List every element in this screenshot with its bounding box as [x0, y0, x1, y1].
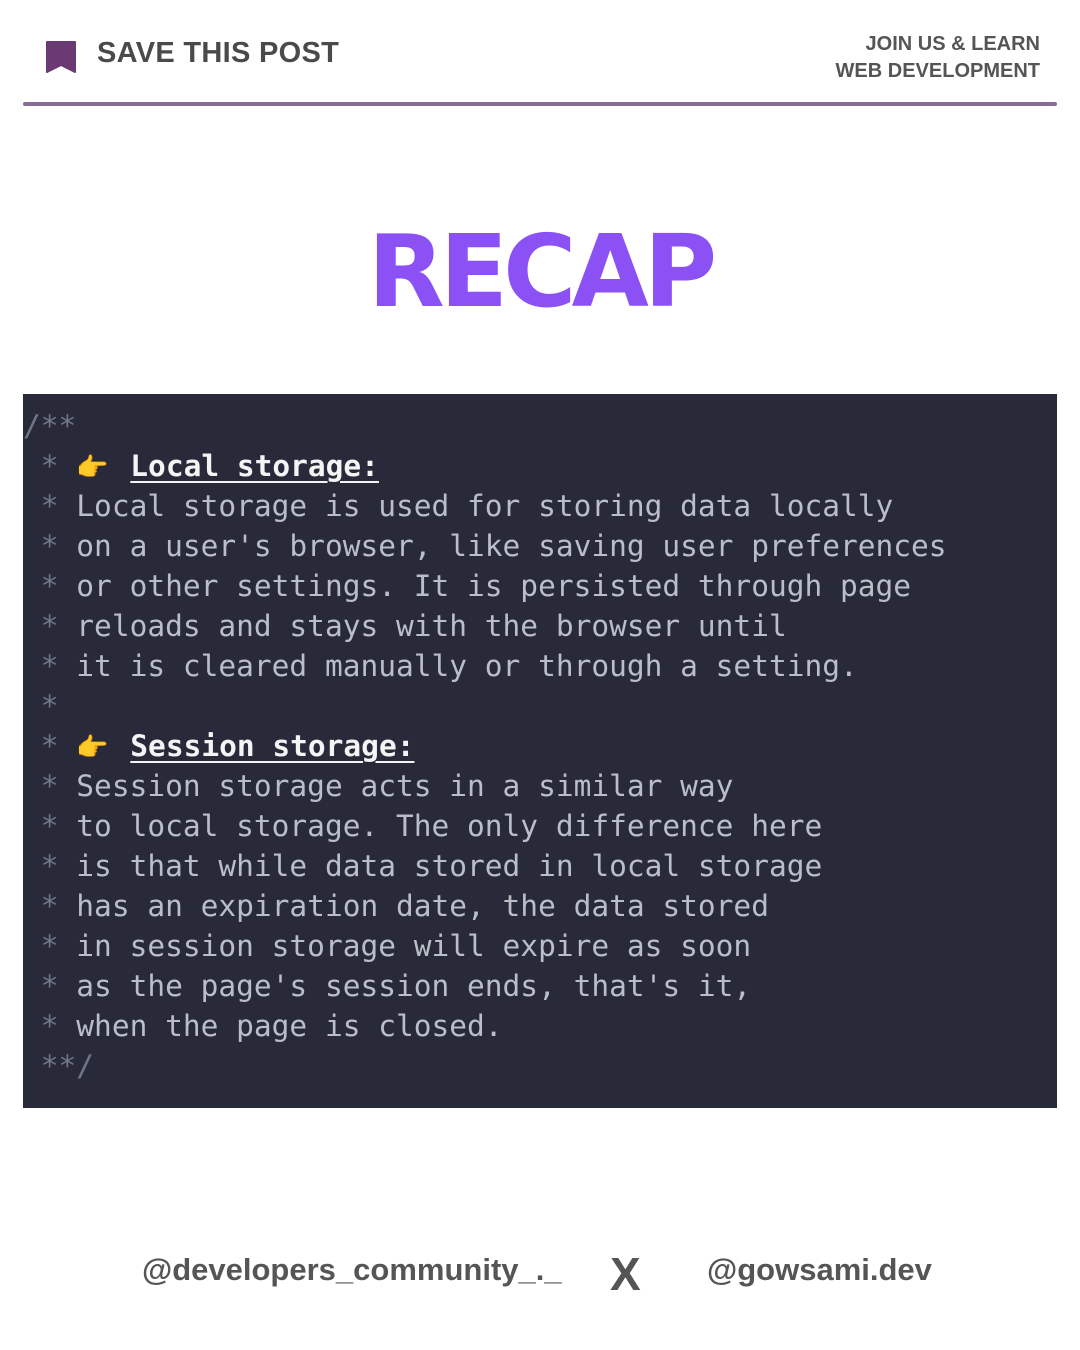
local-storage-line: * Local storage is used for storing data…: [40, 489, 894, 523]
session-storage-text: to local storage. The only difference he…: [76, 809, 823, 843]
local-storage-text: reloads and stays with the browser until: [76, 609, 787, 643]
session-storage-text: Session storage acts in a similar way: [76, 769, 734, 803]
local-storage-line: * it is cleared manually or through a se…: [40, 649, 858, 683]
collab-separator: X: [610, 1248, 641, 1300]
session-storage-description: * Session storage acts in a similar way …: [23, 766, 1057, 1046]
session-storage-line: * to local storage. The only difference …: [40, 809, 823, 843]
session-storage-text: in session storage will expire as soon: [76, 929, 752, 963]
local-storage-line: * or other settings. It is persisted thr…: [40, 569, 912, 603]
session-storage-line: * has an expiration date, the data store…: [40, 889, 769, 923]
local-storage-text: or other settings. It is persisted throu…: [76, 569, 912, 603]
bookmark-icon[interactable]: [45, 40, 77, 74]
code-open-comment: /**: [23, 409, 77, 443]
gowsami-handle[interactable]: @gowsami.dev: [707, 1252, 932, 1288]
session-storage-line: * as the page's session ends, that's it,: [40, 969, 752, 1003]
session-storage-text: when the page is closed.: [76, 1009, 503, 1043]
local-storage-text: on a user's browser, like saving user pr…: [76, 529, 947, 563]
join-line-2: WEB DEVELOPMENT: [835, 60, 1040, 82]
pointing-hand-icon: 👉: [76, 733, 109, 763]
session-storage-heading: Session storage:: [130, 729, 415, 763]
page-title: RECAP: [367, 213, 717, 330]
join-line-1: JOIN US & LEARN: [865, 33, 1040, 55]
pointing-hand-icon: 👉: [76, 453, 109, 483]
code-heading-local: * 👉 Local storage:: [23, 446, 1057, 486]
local-storage-line: * reloads and stays with the browser unt…: [40, 609, 787, 643]
local-storage-text: it is cleared manually or through a sett…: [76, 649, 858, 683]
local-storage-heading: Local storage:: [130, 449, 379, 483]
local-storage-text: Local storage is used for storing data l…: [76, 489, 894, 523]
session-storage-line: * when the page is closed.: [40, 1009, 503, 1043]
session-storage-line: * Session storage acts in a similar way: [40, 769, 734, 803]
session-storage-line: * in session storage will expire as soon: [40, 929, 752, 963]
header-divider: [23, 102, 1057, 106]
code-close-comment: **/: [40, 1049, 95, 1083]
session-storage-line: * is that while data stored in local sto…: [40, 849, 823, 883]
code-heading-session: * 👉 Session storage:: [23, 726, 1057, 766]
local-storage-line: * on a user's browser, like saving user …: [40, 529, 947, 563]
code-blank-comment: *: [40, 689, 59, 723]
save-post-label[interactable]: SAVE THIS POST: [97, 37, 339, 70]
local-storage-description: * Local storage is used for storing data…: [23, 486, 1057, 686]
session-storage-text: is that while data stored in local stora…: [76, 849, 823, 883]
header: SAVE THIS POST JOIN US & LEARN WEB DEVEL…: [0, 0, 1080, 110]
join-tagline: JOIN US & LEARN WEB DEVELOPMENT: [836, 31, 1040, 85]
session-storage-text: as the page's session ends, that's it,: [76, 969, 752, 1003]
developers-community-handle[interactable]: @developers_community_._: [142, 1252, 562, 1288]
code-snippet: /** * 👉 Local storage: * Local storage is…: [23, 394, 1057, 1108]
code-lines: /** * 👉 Local storage: * Local storage is…: [23, 406, 1057, 1086]
session-storage-text: has an expiration date, the data stored: [76, 889, 769, 923]
